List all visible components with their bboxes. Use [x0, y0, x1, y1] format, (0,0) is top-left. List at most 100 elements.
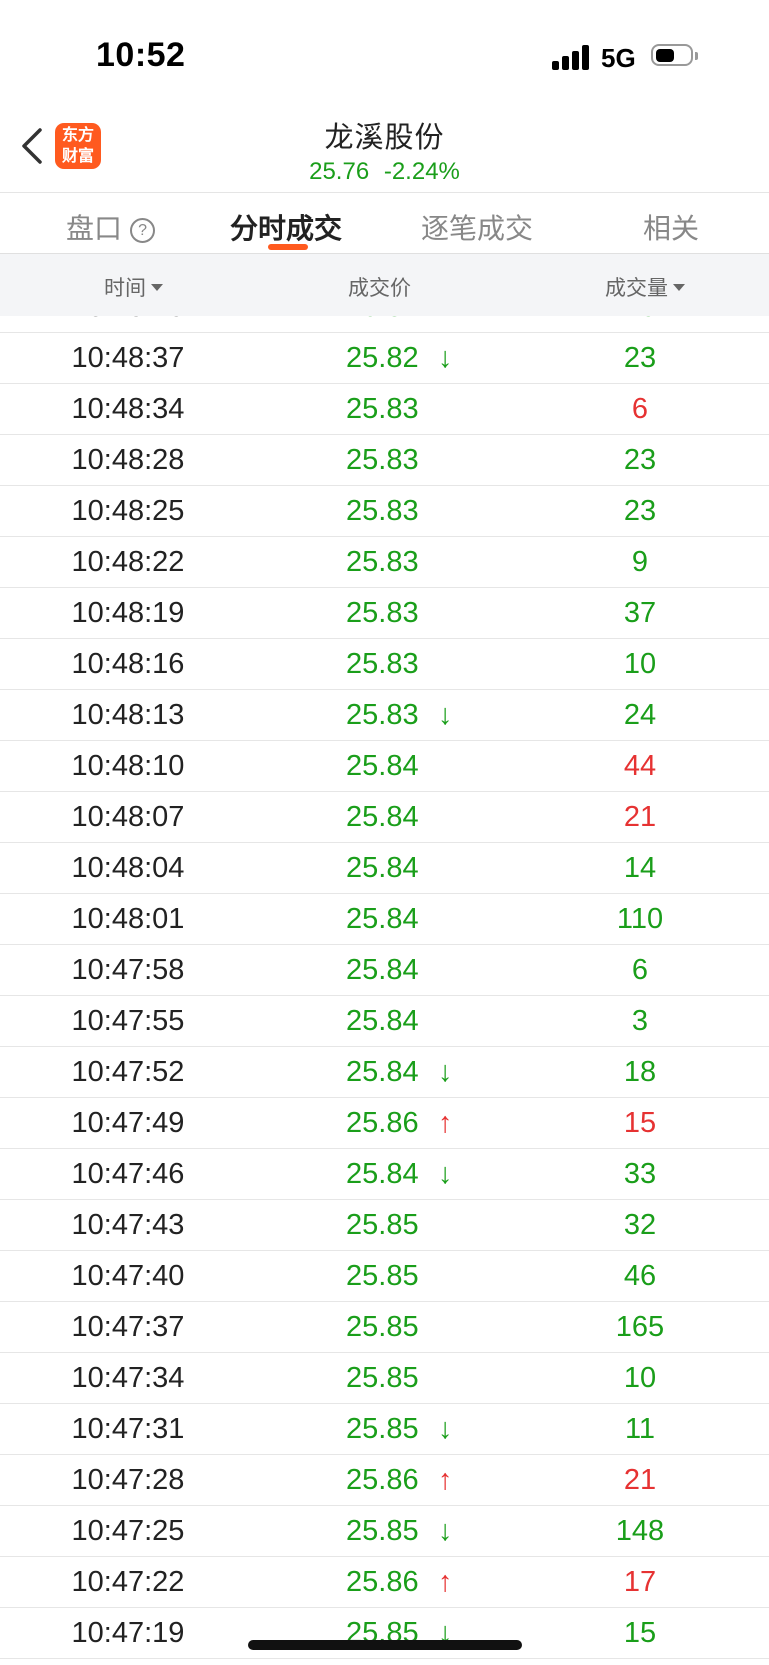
- trade-time: 10:47:46: [71, 1158, 185, 1190]
- arrow-down-icon: ↓: [438, 1056, 453, 1088]
- arrow-down-icon: ↓: [438, 1413, 453, 1445]
- arrow-down-icon: ↓: [438, 1515, 453, 1547]
- tab-label: 分时成交: [230, 213, 343, 244]
- trade-volume: 26: [590, 316, 690, 324]
- trade-time: 10:47:49: [71, 1107, 185, 1139]
- table-row: 10:47:55 25.84 3: [0, 996, 769, 1047]
- trade-volume: 37: [623, 597, 657, 629]
- trade-price: 25.86: [346, 1566, 419, 1598]
- trade-volume: 46: [623, 1260, 657, 1292]
- tab-tick-trades[interactable]: 逐笔成交: [421, 207, 533, 247]
- network-type: 5G: [601, 43, 636, 73]
- tab-label: 相关: [643, 213, 700, 244]
- column-time[interactable]: 时间: [104, 272, 163, 302]
- trade-volume: 44: [623, 750, 657, 782]
- trade-volume: 24: [623, 699, 657, 731]
- arrow-up-icon: ↑: [438, 1464, 453, 1496]
- trade-price: 25.84: [346, 1056, 419, 1088]
- table-row: 10:47:46 25.84 ↓ 33: [0, 1149, 769, 1200]
- table-row: 10:47:19 25.85 ↓ 15: [0, 1608, 769, 1659]
- arrow-down-icon: ↓: [438, 699, 453, 731]
- trade-price: 25.83: [346, 393, 419, 425]
- trade-time: 10:48:13: [71, 699, 185, 731]
- trade-price: 25.83: [346, 597, 419, 629]
- trade-time: 10:47:43: [71, 1209, 185, 1241]
- table-row: 10:47:22 25.86 ↑ 17: [0, 1557, 769, 1608]
- battery-icon: [651, 44, 699, 68]
- stock-header: 东方 财富 龙溪股份 25.76 -2.24%: [0, 100, 769, 192]
- table-row: 10:47:31 25.85 ↓ 11: [0, 1404, 769, 1455]
- table-row: 10:48:22 25.83 9: [0, 537, 769, 588]
- trade-price: 25.83: [346, 648, 419, 680]
- trade-time: 10:47:55: [71, 1005, 185, 1037]
- help-icon[interactable]: ?: [130, 218, 156, 243]
- table-row: 10:47:37 25.85 165: [0, 1302, 769, 1353]
- table-row: 10:48:19 25.83 37: [0, 588, 769, 639]
- trade-price: 25.84: [346, 903, 419, 935]
- trade-volume: 10: [623, 1362, 657, 1394]
- trade-volume: 3: [631, 1005, 649, 1037]
- table-row: 10:47:52 25.84 ↓ 18: [0, 1047, 769, 1098]
- trade-price: 25.83: [346, 546, 419, 578]
- status-bar: 10:52 5G: [0, 0, 769, 100]
- trade-time: 10:48:34: [71, 393, 185, 425]
- tab-time-sales[interactable]: 分时成交: [230, 207, 342, 247]
- trade-volume: 15: [623, 1617, 657, 1649]
- trade-time: 10:47:58: [71, 954, 185, 986]
- trade-volume: 32: [623, 1209, 657, 1241]
- arrow-down-icon: ↓: [438, 1158, 453, 1190]
- trade-time: 10:48:07: [71, 801, 185, 833]
- trade-time: 10:47:40: [71, 1260, 185, 1292]
- stock-price: 25.76: [309, 158, 370, 185]
- trade-volume: 14: [623, 852, 657, 884]
- active-tab-indicator: [268, 244, 308, 250]
- trade-volume: 33: [623, 1158, 657, 1190]
- trade-price: 25.84: [346, 954, 419, 986]
- trade-volume: 23: [623, 444, 657, 476]
- trade-volume: 11: [624, 1413, 656, 1445]
- table-row: 10:47:58 25.84 6: [0, 945, 769, 996]
- trade-volume: 9: [631, 546, 649, 578]
- trade-volume: 15: [623, 1107, 657, 1139]
- table-row: 10:48:16 25.83 10: [0, 639, 769, 690]
- tab-bar: 盘口? 分时成交 逐笔成交 相关: [0, 192, 769, 254]
- trade-volume: 165: [615, 1311, 665, 1343]
- trade-price: 25.86: [346, 1107, 419, 1139]
- tab-label: 盘口: [66, 213, 123, 244]
- trade-price: 25.85: [346, 1413, 419, 1445]
- trade-volume: 6: [631, 954, 649, 986]
- trade-price: 25.85: [346, 1260, 419, 1292]
- trade-time: 10:48:37: [71, 342, 185, 374]
- tab-related[interactable]: 相关: [643, 207, 699, 247]
- trade-price: 25.84: [346, 852, 419, 884]
- trade-price: 25.85: [346, 1209, 419, 1241]
- trade-time: 10:48:01: [71, 903, 185, 935]
- trade-time: 10:47:34: [71, 1362, 185, 1394]
- table-row: 10:48:25 25.83 23: [0, 486, 769, 537]
- column-volume[interactable]: 成交量: [605, 272, 685, 302]
- trade-time: 10:47:25: [71, 1515, 185, 1547]
- column-volume-label: 成交量: [605, 277, 668, 300]
- trade-time: 10:47:37: [71, 1311, 185, 1343]
- trade-volume: 21: [623, 1464, 657, 1496]
- trade-price: 25.83: [346, 699, 419, 731]
- trade-time: 10:47:28: [71, 1464, 185, 1496]
- trade-price: 25.84: [346, 1158, 419, 1190]
- trade-price: 25.85: [346, 1515, 419, 1547]
- trade-price: 25.83: [346, 495, 419, 527]
- trade-price: 25.82: [346, 342, 419, 374]
- table-row: 10:47:25 25.85 ↓ 148: [0, 1506, 769, 1557]
- trade-list[interactable]: 10:48:40 25.82 26 10:48:37 25.82 ↓ 23 10:48:34 2…: [0, 316, 769, 1665]
- home-indicator: [248, 1640, 522, 1650]
- column-price-label: 成交价: [348, 277, 411, 300]
- trade-price: 25.83: [346, 444, 419, 476]
- trade-time: 10:48:28: [71, 444, 185, 476]
- table-row: 10:47:40 25.85 46: [0, 1251, 769, 1302]
- table-row: 10:48:04 25.84 14: [0, 843, 769, 894]
- trade-time: 10:48:16: [71, 648, 185, 680]
- trade-price: 25.84: [346, 1005, 419, 1037]
- trade-price: 25.85: [346, 1362, 419, 1394]
- tab-order-book[interactable]: 盘口?: [66, 207, 156, 247]
- stock-name: 龙溪股份: [324, 122, 445, 154]
- table-row: 10:48:28 25.83 23: [0, 435, 769, 486]
